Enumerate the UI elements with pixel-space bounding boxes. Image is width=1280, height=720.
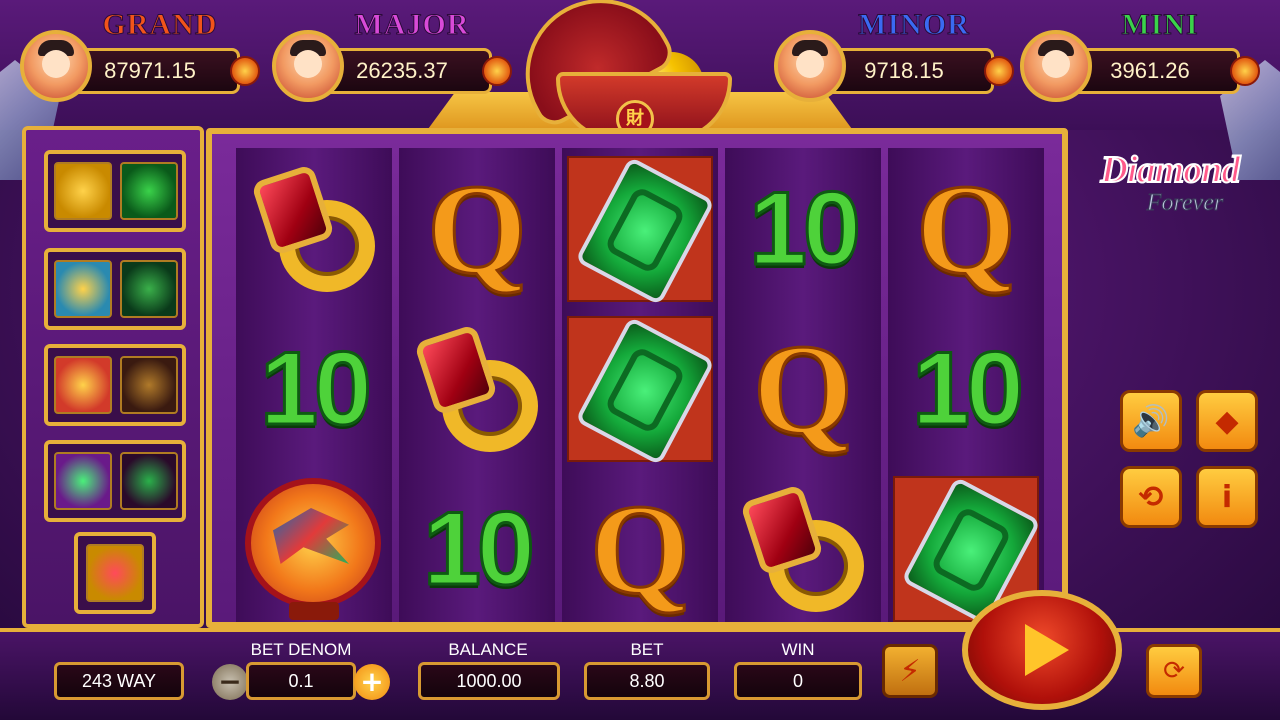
jackpot-title: MAJOR [354, 8, 470, 42]
play-arrow-icon [1025, 624, 1069, 676]
green-turtle-icon [120, 260, 178, 318]
ten-symbol: 10 [911, 329, 1026, 448]
bet-denom-value: 0.1 [246, 662, 356, 700]
gold-phoenix-icon [54, 356, 112, 414]
autoplay-icon: ⟳ [1163, 656, 1185, 686]
jade-pendant-symbol [567, 316, 716, 466]
decrease-denom-button[interactable]: − [212, 664, 248, 700]
reel-4-symbol-2: Q [725, 310, 881, 468]
balance-value: 1000.00 [418, 662, 560, 700]
reel-1-symbol-2: 10 [236, 310, 392, 468]
jackpot-value: 26235.37 [356, 58, 448, 83]
minus-icon: − [218, 665, 242, 698]
ruby-ring-symbol [738, 483, 868, 614]
jackpot-value: 3961.26 [1110, 58, 1190, 83]
jackpot-title: GRAND [102, 8, 218, 42]
ten-symbol: 10 [748, 169, 863, 288]
jackpot-mini: 3961.26 MINI [1010, 8, 1260, 108]
autoplay-button[interactable]: ⟳ [1146, 644, 1202, 698]
jackpot-title: MINOR [858, 8, 970, 42]
queen-symbol: Q [915, 156, 1018, 301]
jackpot-major: 26235.37 MAJOR [262, 8, 512, 108]
lightning-icon: ⚡ [899, 653, 921, 689]
ruby-ring-icon [86, 544, 144, 602]
dark-jade-pendant-icon [120, 452, 178, 510]
reel-5-symbol-1: Q [888, 150, 1044, 308]
jackpot-title: MINI [1121, 8, 1199, 42]
queen-symbol: Q [752, 316, 855, 461]
reel-3-symbol-2 [562, 310, 718, 468]
bet-label: BET [630, 640, 664, 659]
paytable-pair-turtle [44, 248, 186, 330]
bet-denom-label: BET DENOM [250, 640, 352, 659]
gold-turtle-icon [54, 260, 112, 318]
jackpot-value: 87971.15 [104, 58, 196, 83]
reel-3-symbol-1 [562, 150, 718, 308]
reel-2-symbol-2 [399, 310, 555, 468]
green-dragon-icon [120, 162, 178, 220]
reel-2-symbol-3: 10 [399, 470, 555, 628]
game-logo-title: Diamond [1100, 148, 1242, 192]
jackpot-avatar [1020, 30, 1092, 102]
cloud-swirl-icon [1230, 56, 1260, 86]
jade-pendant-symbol [567, 156, 716, 306]
paytable-single-ring [74, 532, 156, 614]
cloud-swirl-icon [230, 56, 260, 86]
queen-symbol: Q [426, 156, 529, 301]
fullscreen-button[interactable]: ◆ [1196, 390, 1258, 452]
sound-button[interactable]: 🔊 [1120, 390, 1182, 452]
history-icon: ⟲ [1138, 479, 1164, 515]
turbo-button[interactable]: ⚡ [882, 644, 938, 698]
jackpot-minor: 9718.15 MINOR [764, 8, 1014, 108]
ruby-ring-symbol [249, 163, 379, 294]
queen-symbol: Q [589, 476, 692, 621]
cloud-swirl-icon [482, 56, 512, 86]
paytable-pair-phoenix [44, 344, 186, 426]
reel-2-symbol-1: Q [399, 150, 555, 308]
game-logo-subtitle: Forever [1146, 190, 1224, 217]
jade-pendant-icon [54, 452, 112, 510]
jackpot-grand: 87971.15 GRAND [10, 8, 260, 108]
reel-1-symbol-1 [236, 150, 392, 308]
paytable-pair-dragon [44, 150, 186, 232]
balance-label: BALANCE [448, 640, 528, 659]
dark-phoenix-icon [120, 356, 178, 414]
jackpot-avatar [272, 30, 344, 102]
bet-value: 8.80 [584, 662, 710, 700]
jackpot-avatar [774, 30, 846, 102]
gold-dragon-icon [54, 162, 112, 220]
increase-denom-button[interactable]: + [354, 664, 390, 700]
reel-4-symbol-1: 10 [725, 150, 881, 308]
history-button[interactable]: ⟲ [1120, 466, 1182, 528]
ruby-ring-symbol [412, 323, 542, 454]
phoenix-mirror-symbol [241, 474, 387, 624]
reel-3-symbol-3: Q [562, 470, 718, 628]
info-icon: i [1221, 479, 1233, 515]
plus-icon: + [360, 665, 384, 698]
reel-5-symbol-2: 10 [888, 310, 1044, 468]
info-button[interactable]: i [1196, 466, 1258, 528]
paytable-pair-jade [44, 440, 186, 522]
fullscreen-icon: ◆ [1215, 403, 1239, 439]
spin-button[interactable] [962, 590, 1122, 710]
jackpot-avatar [20, 30, 92, 102]
win-label: WIN [781, 640, 815, 659]
win-value: 0 [734, 662, 862, 700]
speaker-icon: 🔊 [1132, 403, 1170, 439]
ways-display: 243 WAY [54, 662, 184, 700]
ten-symbol: 10 [259, 329, 374, 448]
ten-symbol: 10 [422, 489, 537, 608]
reel-4-symbol-3 [725, 470, 881, 628]
reel-1-symbol-3 [236, 470, 392, 628]
jackpot-value: 9718.15 [864, 58, 944, 83]
